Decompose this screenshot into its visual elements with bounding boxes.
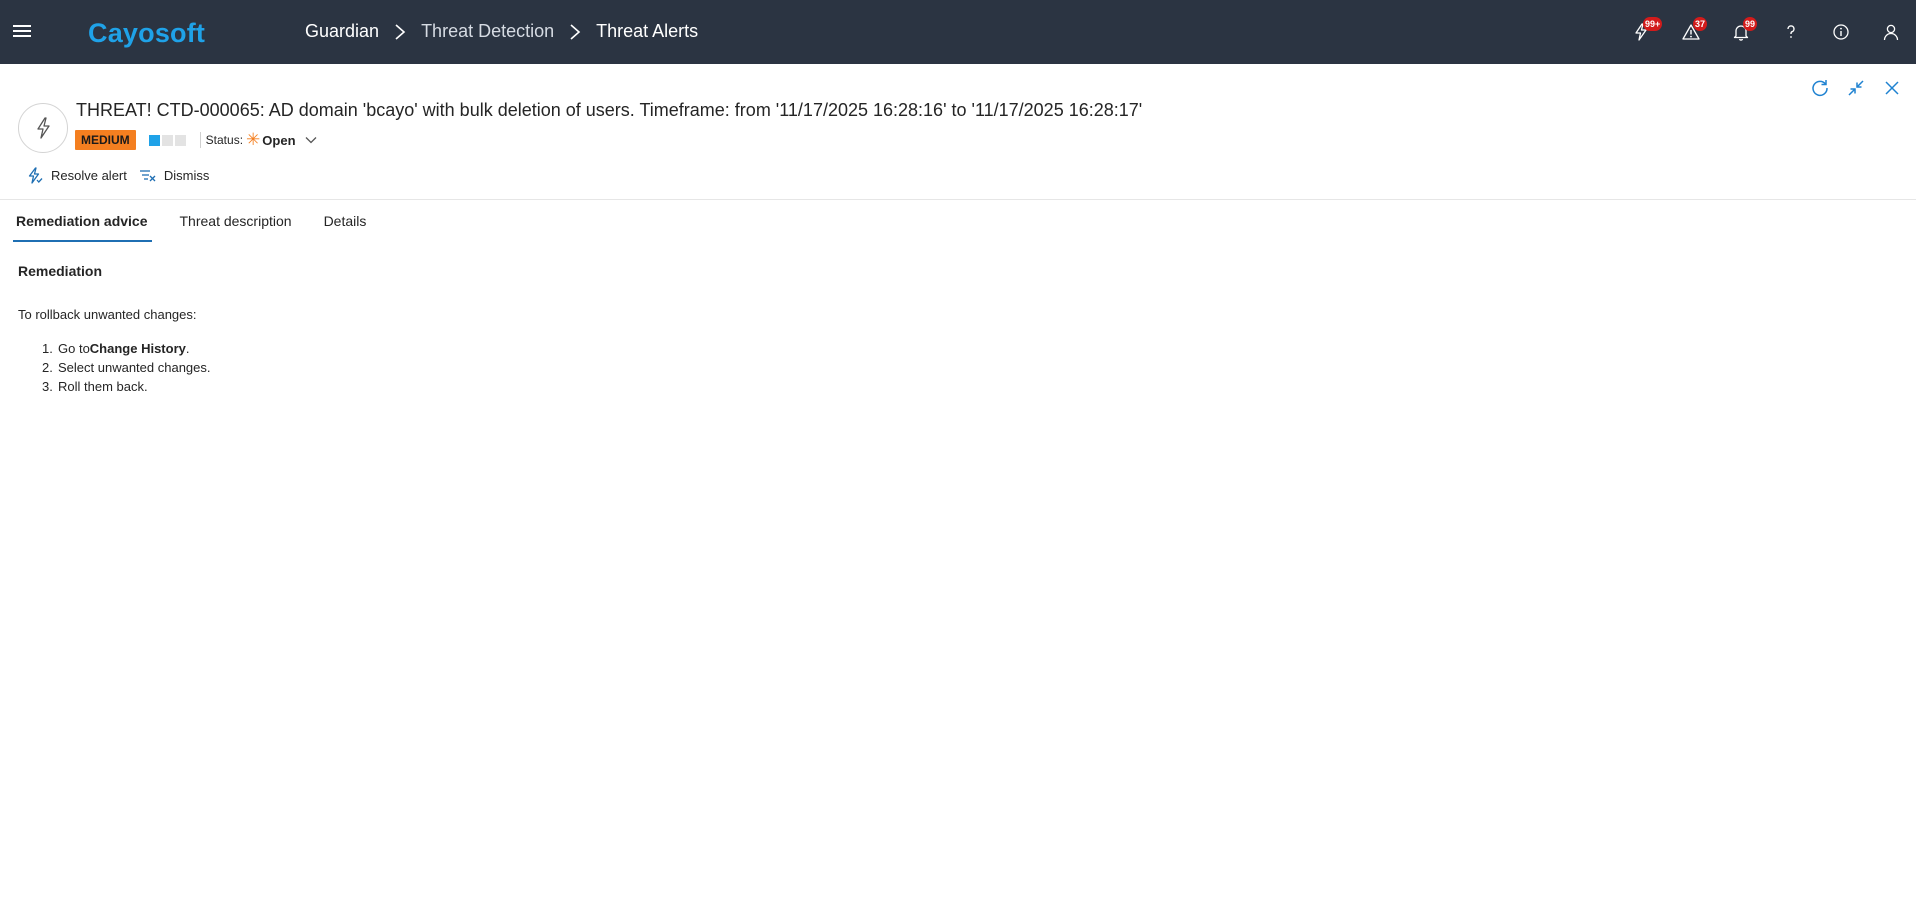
severity-block bbox=[148, 134, 160, 146]
step-text: Select unwanted changes. bbox=[58, 360, 211, 375]
breadcrumb-guardian[interactable]: Guardian bbox=[305, 21, 379, 42]
top-bar: Cayosoft Guardian Threat Detection Threa… bbox=[0, 0, 1916, 64]
chevron-right-icon bbox=[395, 23, 406, 40]
help-icon bbox=[1787, 25, 1795, 38]
collapse-icon[interactable] bbox=[1846, 78, 1866, 98]
resolve-alert-button[interactable]: Resolve alert bbox=[26, 167, 127, 184]
help-button[interactable] bbox=[1766, 0, 1816, 64]
command-bar: Resolve alert Dismiss bbox=[26, 167, 209, 184]
step-number: 3. bbox=[42, 379, 53, 394]
change-history-link-text: Change History bbox=[89, 341, 186, 356]
step-text: Roll them back. bbox=[58, 379, 148, 394]
alert-title: THREAT! CTD-000065: AD domain 'bcayo' wi… bbox=[76, 100, 1143, 120]
warnings-badge: 37 bbox=[1693, 17, 1708, 31]
tab-details[interactable]: Details bbox=[322, 200, 369, 242]
breadcrumb-threat-detection[interactable]: Threat Detection bbox=[421, 21, 554, 42]
step-text: Go to bbox=[58, 341, 90, 356]
top-icons: 99+ 37 99 bbox=[1616, 0, 1916, 64]
dismiss-button[interactable]: Dismiss bbox=[139, 167, 210, 184]
alert-meta: MEDIUM Status: ✳ Open bbox=[75, 130, 318, 150]
severity-block bbox=[161, 134, 173, 146]
divider bbox=[199, 132, 201, 148]
app-logo[interactable]: Cayosoft bbox=[88, 18, 205, 49]
remediation-steps: 1. Go to Change History. 2. Select unwan… bbox=[42, 339, 211, 396]
breadcrumb-threat-alerts[interactable]: Threat Alerts bbox=[596, 21, 698, 42]
panel-actions bbox=[1810, 78, 1902, 98]
alert-avatar bbox=[18, 103, 68, 153]
tab-list: Remediation advice Threat description De… bbox=[13, 200, 396, 242]
user-button[interactable] bbox=[1866, 0, 1916, 64]
section-heading: Remediation bbox=[18, 263, 103, 279]
menu-icon[interactable] bbox=[13, 25, 31, 39]
step-number: 2. bbox=[42, 360, 53, 375]
chevron-down-icon[interactable] bbox=[304, 133, 318, 147]
resolve-icon bbox=[28, 167, 43, 184]
threat-icon bbox=[37, 117, 50, 139]
list-item: 1. Go to Change History. bbox=[42, 339, 211, 358]
status-open-icon: ✳ bbox=[246, 130, 261, 149]
step-suffix: . bbox=[185, 341, 190, 356]
notifications-button[interactable]: 99 bbox=[1716, 0, 1766, 64]
breadcrumb: Guardian Threat Detection Threat Alerts bbox=[305, 21, 698, 42]
severity-indicator bbox=[148, 134, 186, 146]
refresh-icon[interactable] bbox=[1810, 78, 1830, 98]
intro-text: To rollback unwanted changes: bbox=[18, 307, 197, 322]
tab-remediation-advice[interactable]: Remediation advice bbox=[13, 200, 151, 242]
tab-threat-description[interactable]: Threat description bbox=[178, 200, 294, 242]
threats-button[interactable]: 99+ bbox=[1616, 0, 1666, 64]
dismiss-label: Dismiss bbox=[163, 168, 210, 183]
notifications-badge: 99 bbox=[1743, 17, 1758, 31]
list-item: 2. Select unwanted changes. bbox=[42, 358, 211, 377]
info-button[interactable] bbox=[1816, 0, 1866, 64]
info-icon bbox=[1833, 24, 1849, 40]
list-item: 3. Roll them back. bbox=[42, 377, 211, 396]
status-value[interactable]: Open bbox=[262, 133, 295, 148]
dismiss-icon bbox=[139, 170, 156, 182]
resolve-alert-label: Resolve alert bbox=[51, 168, 127, 183]
user-icon bbox=[1883, 24, 1899, 41]
threats-badge: 99+ bbox=[1643, 17, 1663, 31]
close-icon[interactable] bbox=[1882, 78, 1902, 98]
step-number: 1. bbox=[42, 341, 53, 356]
warnings-button[interactable]: 37 bbox=[1666, 0, 1716, 64]
severity-badge: MEDIUM bbox=[75, 130, 136, 150]
severity-block bbox=[174, 134, 186, 146]
chevron-right-icon bbox=[570, 23, 581, 40]
status-label: Status: bbox=[205, 133, 244, 147]
